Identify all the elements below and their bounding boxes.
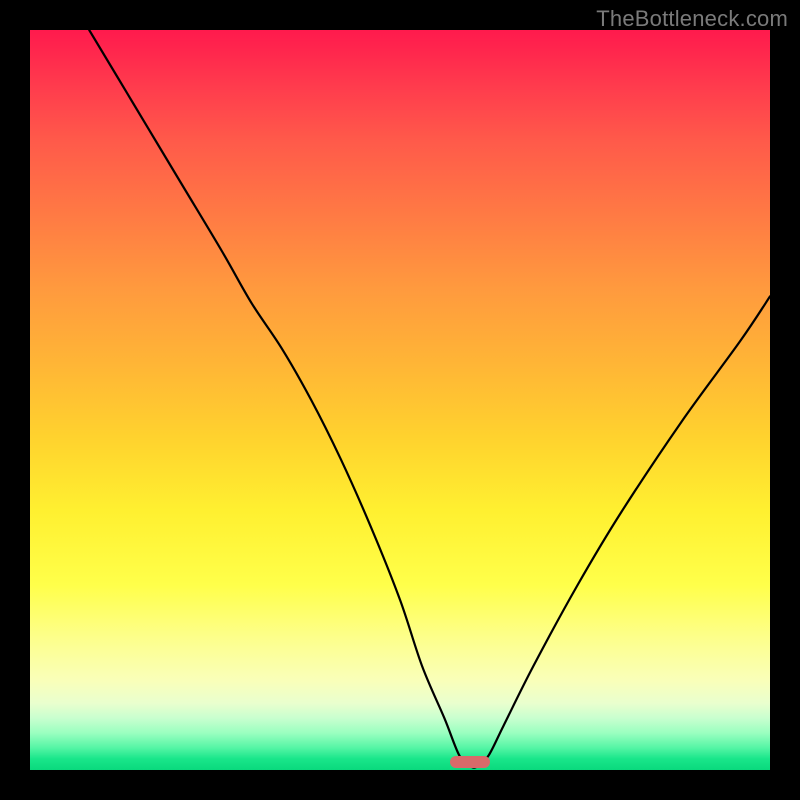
plot-area — [30, 30, 770, 770]
watermark-text: TheBottleneck.com — [596, 6, 788, 32]
chart-frame: TheBottleneck.com — [0, 0, 800, 800]
bottleneck-curve — [30, 30, 770, 770]
optimal-marker — [450, 756, 490, 768]
curve-path — [89, 30, 770, 768]
